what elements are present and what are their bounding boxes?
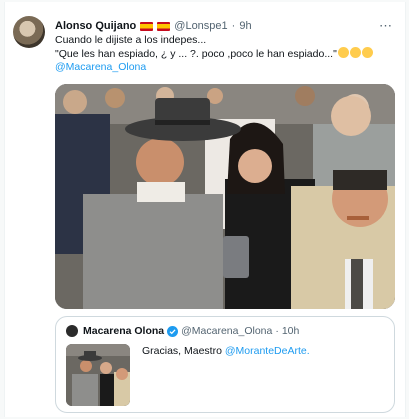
quoted-author-avatar[interactable]	[66, 325, 78, 337]
author-avatar[interactable]	[13, 16, 45, 48]
tweet-text: Cuando le dijiste a los indepes... "Que …	[55, 34, 395, 74]
mention-link[interactable]: @Macarena_Olona	[55, 61, 395, 74]
more-options-icon[interactable]: ⋯	[379, 18, 393, 34]
tweet-line-1: Cuando le dijiste a los indepes...	[55, 34, 207, 46]
quoted-photo-thumbnail[interactable]	[66, 344, 130, 406]
tweet-header: Alonso Quijano @Lonspe1 · 9h	[55, 20, 252, 32]
separator-dot: ·	[231, 20, 236, 32]
tweet-time[interactable]: 9h	[239, 20, 251, 32]
tweet-line-2: "Que les han espiado, ¿ y ... ?. poco ,p…	[55, 47, 395, 61]
quoted-tweet-header: Macarena Olona @Macarena_Olona · 10h	[83, 325, 299, 337]
quoted-tweet[interactable]: Macarena Olona @Macarena_Olona · 10h Gra…	[55, 316, 395, 413]
separator-dot: ·	[275, 325, 279, 337]
quoted-author-name[interactable]: Macarena Olona	[83, 325, 164, 337]
spain-flag-icon	[157, 21, 171, 31]
author-handle[interactable]: @Lonspe1	[174, 20, 227, 32]
tweet-photo[interactable]	[55, 84, 395, 309]
photo-illustration	[55, 84, 395, 309]
laughing-emoji-icon	[361, 47, 373, 58]
quoted-text-body: Gracias, Maestro	[142, 345, 225, 357]
tweet-card[interactable]: Alonso Quijano @Lonspe1 · 9h ⋯ Cuando le…	[4, 2, 406, 417]
verified-badge-icon	[167, 325, 179, 337]
thumbnail-illustration	[66, 344, 130, 406]
laughing-emoji-icon	[349, 47, 361, 58]
mention-link[interactable]: @MoranteDeArte.	[225, 345, 310, 357]
tweet-quote-text: "Que les han espiado, ¿ y ... ?. poco ,p…	[55, 48, 337, 60]
spain-flag-icon	[140, 21, 154, 31]
laughing-emoji-icon	[337, 47, 349, 58]
author-name[interactable]: Alonso Quijano	[55, 20, 136, 32]
quoted-tweet-time[interactable]: 10h	[282, 325, 300, 337]
quoted-tweet-text: Gracias, Maestro @MoranteDeArte.	[142, 345, 310, 357]
quoted-author-handle[interactable]: @Macarena_Olona	[181, 325, 272, 337]
